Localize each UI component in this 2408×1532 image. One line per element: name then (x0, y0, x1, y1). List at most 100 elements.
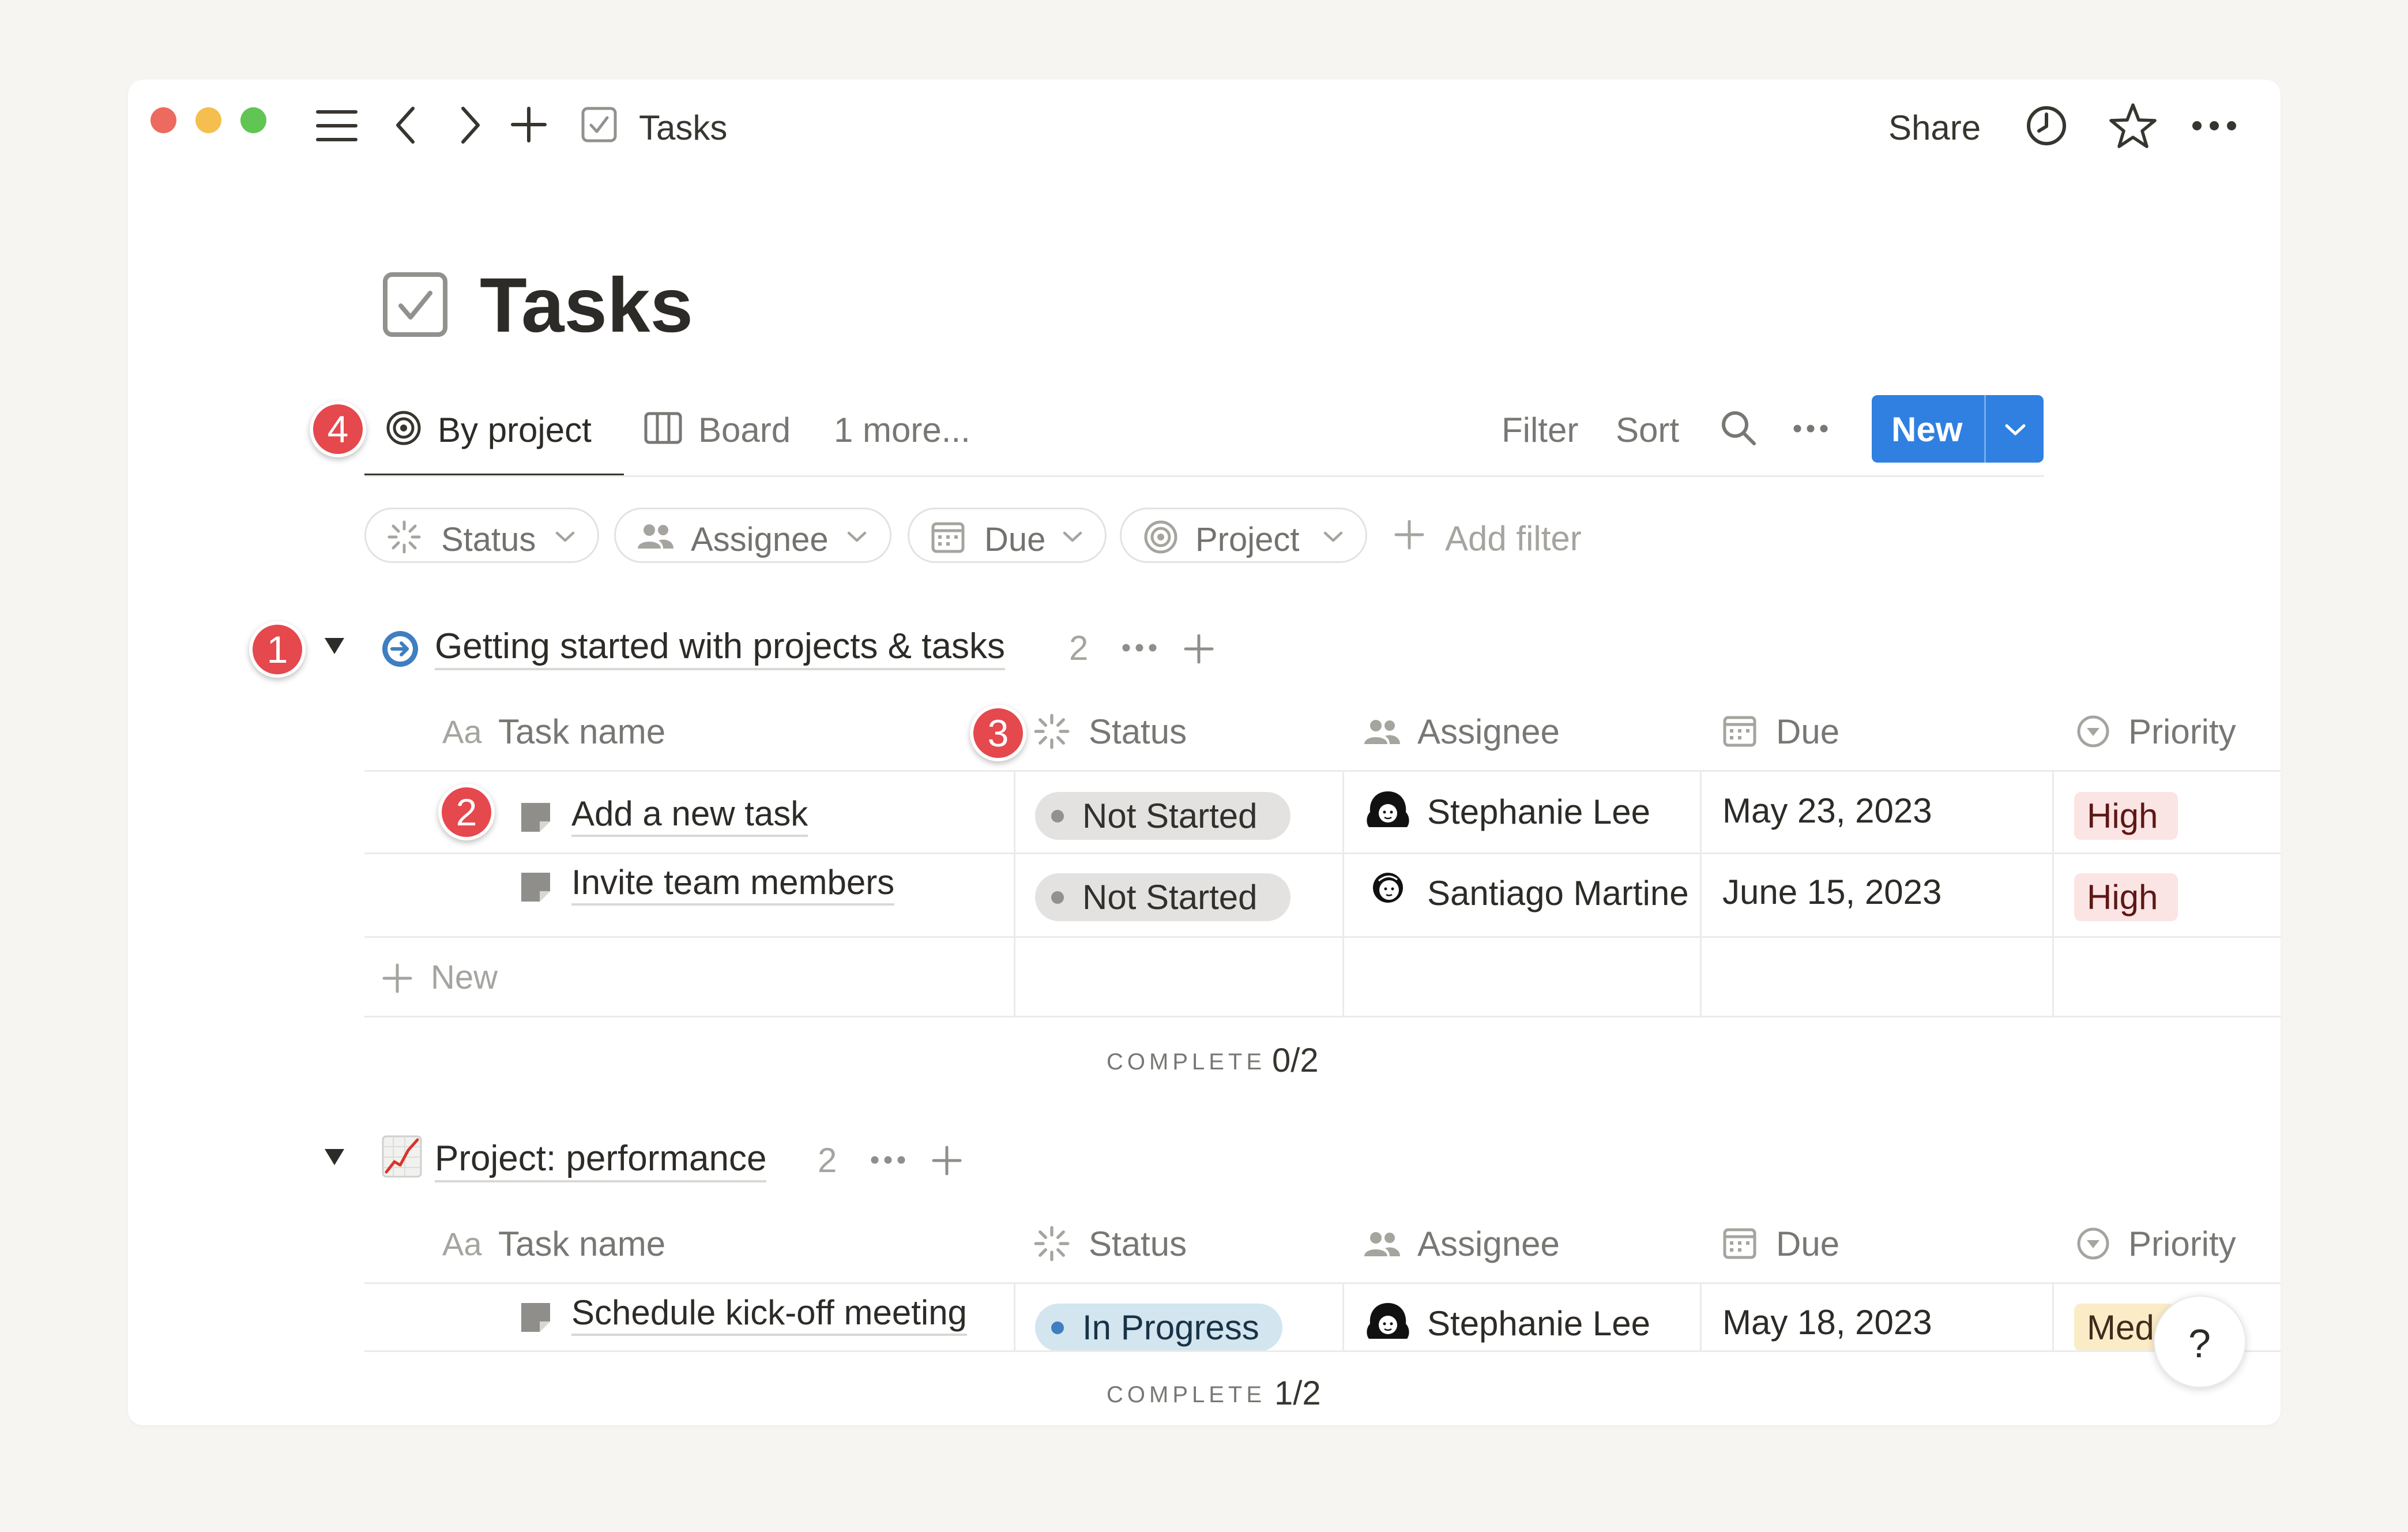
column-divider (2052, 1282, 2054, 1350)
star-favorite-icon[interactable] (2109, 102, 2157, 150)
people-icon (1363, 1231, 1401, 1257)
target-view-icon (386, 410, 422, 446)
board-view-icon (644, 412, 682, 444)
title-property-icon: Aa (442, 1226, 482, 1262)
annotation-badge-2: 2 (438, 784, 495, 840)
chevron-down-icon[interactable] (2004, 423, 2027, 437)
due-filter-label: Due (984, 521, 1046, 558)
window-minimize-button[interactable] (195, 107, 221, 133)
column-divider (1014, 770, 1015, 1016)
group-title[interactable]: Getting started with projects & tasks (435, 629, 1005, 670)
task-name-cell[interactable]: Schedule kick-off meeting (571, 1296, 967, 1336)
tab-board[interactable]: Board (698, 413, 791, 448)
avatar (1364, 1301, 1412, 1342)
complete-label: COMPLETE (1107, 1049, 1266, 1075)
status-dot (1051, 810, 1064, 823)
calendar-icon (931, 521, 965, 553)
group-options-icon[interactable] (870, 1155, 906, 1165)
group-count: 2 (1069, 629, 1089, 667)
plus-icon[interactable] (382, 963, 413, 994)
search-icon[interactable] (1720, 410, 1757, 446)
collapse-triangle-icon[interactable] (323, 637, 345, 655)
annotation-badge-3: 3 (970, 705, 1026, 761)
status-tag[interactable]: In Progress (1035, 1304, 1282, 1351)
forward-arrow-icon[interactable] (458, 105, 481, 145)
status-spinner-icon (1033, 713, 1070, 750)
priority-label: Med (2087, 1308, 2154, 1347)
task-name-cell[interactable]: Add a new task (571, 797, 808, 837)
assignee-name[interactable]: Stephanie Lee (1427, 795, 1650, 829)
column-header-due[interactable]: Due (1776, 715, 1839, 749)
clock-history-icon[interactable] (2025, 104, 2068, 147)
add-filter-button[interactable]: Add filter (1445, 521, 1582, 556)
column-header-status[interactable]: Status (1089, 715, 1187, 749)
due-date[interactable]: June 15, 2023 (1722, 875, 1942, 910)
status-filter-pill[interactable]: Status (364, 508, 599, 563)
priority-label: High (2087, 797, 2158, 835)
avatar (1364, 789, 1412, 831)
due-date[interactable]: May 18, 2023 (1722, 1305, 1932, 1340)
status-tag[interactable]: Not Started (1035, 792, 1290, 840)
help-button[interactable]: ? (2154, 1296, 2246, 1388)
filter-button[interactable]: Filter (1502, 413, 1578, 448)
column-header-priority[interactable]: Priority (2128, 1227, 2236, 1261)
assignee-name[interactable]: Stephanie Lee (1427, 1306, 1650, 1341)
due-filter-pill[interactable]: Due (908, 508, 1107, 563)
annotation-badge-1: 1 (249, 621, 306, 678)
page-title: Tasks (480, 262, 694, 348)
column-header-assignee[interactable]: Assignee (1417, 1227, 1560, 1261)
status-tag[interactable]: Not Started (1035, 873, 1290, 921)
window-close-button[interactable] (150, 107, 176, 133)
new-button-label[interactable]: New (1891, 412, 1962, 447)
chart-increasing-icon (382, 1135, 422, 1178)
sort-button[interactable]: Sort (1616, 413, 1679, 448)
sidebar-menu-icon[interactable] (315, 108, 358, 143)
task-name-cell[interactable]: Invite team members (571, 865, 895, 906)
column-header-due[interactable]: Due (1776, 1227, 1839, 1261)
column-header-task-name[interactable]: Task name (498, 1227, 665, 1261)
window-maximize-button[interactable] (240, 107, 266, 133)
group-add-icon[interactable] (1183, 633, 1214, 664)
status-dot (1051, 1321, 1064, 1334)
more-options-icon[interactable] (2191, 120, 2237, 132)
group-options-icon[interactable] (1122, 643, 1157, 652)
calendar-icon (1723, 715, 1756, 747)
back-arrow-icon[interactable] (394, 105, 417, 145)
new-row-button[interactable]: New (431, 961, 498, 994)
column-header-status[interactable]: Status (1089, 1227, 1187, 1261)
project-filter-label: Project (1195, 521, 1300, 558)
view-options-icon[interactable] (1793, 424, 1828, 433)
column-divider (1342, 1282, 1344, 1350)
add-page-icon[interactable] (510, 106, 547, 143)
annotation-badge-4: 4 (310, 401, 366, 457)
collapse-triangle-icon[interactable] (323, 1148, 345, 1166)
assignee-filter-pill[interactable]: Assignee (614, 508, 891, 563)
column-divider (2052, 770, 2054, 1016)
status-label: Not Started (1082, 878, 1258, 917)
more-views-link[interactable]: 1 more... (834, 413, 970, 448)
project-filter-pill[interactable]: Project (1120, 508, 1367, 563)
column-header-assignee[interactable]: Assignee (1417, 715, 1560, 749)
new-button[interactable]: New (1872, 395, 2044, 463)
column-header-priority[interactable]: Priority (2128, 715, 2236, 749)
row-divider (364, 853, 2281, 854)
column-divider (1342, 770, 1344, 1016)
tab-by-project[interactable]: By project (438, 413, 592, 448)
assignee-name[interactable]: Santiago Martine (1427, 876, 1689, 911)
help-label: ? (2188, 1321, 2211, 1366)
group-add-icon[interactable] (931, 1145, 962, 1176)
assignee-filter-label: Assignee (691, 521, 829, 558)
row-divider (364, 936, 2281, 938)
status-spinner-icon (1033, 1225, 1070, 1262)
group-title[interactable]: Project: performance (435, 1141, 767, 1182)
plus-icon[interactable] (1394, 519, 1425, 550)
chevron-down-icon (1062, 530, 1083, 544)
due-date[interactable]: May 23, 2023 (1722, 794, 1932, 828)
column-header-task-name[interactable]: Task name (498, 715, 665, 749)
status-dot (1051, 891, 1064, 904)
breadcrumb-title[interactable]: Tasks (639, 111, 727, 145)
share-button[interactable]: Share (1888, 111, 1981, 145)
priority-tag[interactable]: High (2074, 873, 2178, 921)
select-chevron-circle-icon (2076, 1226, 2110, 1261)
priority-tag[interactable]: High (2074, 792, 2178, 840)
